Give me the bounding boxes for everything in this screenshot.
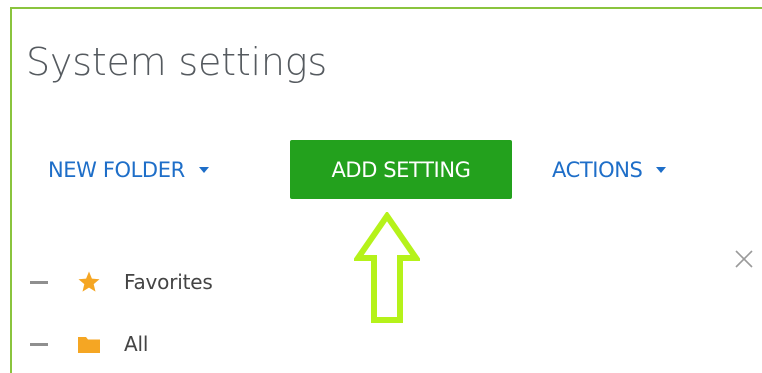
actions-button[interactable]: ACTIONS bbox=[552, 155, 667, 185]
system-settings-panel: System settings NEW FOLDER ADD SETTING A… bbox=[0, 0, 762, 373]
page-title: System settings bbox=[26, 40, 328, 84]
folder-icon bbox=[76, 331, 102, 357]
tree-item-label: Favorites bbox=[124, 270, 213, 294]
caret-down-icon bbox=[656, 167, 667, 173]
tree-item-label: All bbox=[124, 332, 149, 356]
tree-item-all[interactable]: All bbox=[30, 330, 148, 358]
add-setting-button[interactable]: ADD SETTING bbox=[290, 140, 512, 199]
panel-border-left bbox=[10, 7, 12, 373]
close-icon[interactable] bbox=[733, 248, 755, 270]
collapse-dash-icon[interactable] bbox=[30, 342, 48, 346]
new-folder-button[interactable]: NEW FOLDER bbox=[48, 155, 209, 185]
caret-down-icon bbox=[198, 167, 209, 173]
up-arrow-icon bbox=[354, 212, 420, 323]
new-folder-label: NEW FOLDER bbox=[48, 158, 185, 182]
panel-border-top bbox=[10, 7, 762, 9]
actions-label: ACTIONS bbox=[552, 158, 643, 182]
collapse-dash-icon[interactable] bbox=[30, 280, 48, 284]
add-setting-label: ADD SETTING bbox=[331, 157, 471, 182]
star-icon bbox=[76, 269, 102, 295]
tree-item-favorites[interactable]: Favorites bbox=[30, 268, 213, 296]
